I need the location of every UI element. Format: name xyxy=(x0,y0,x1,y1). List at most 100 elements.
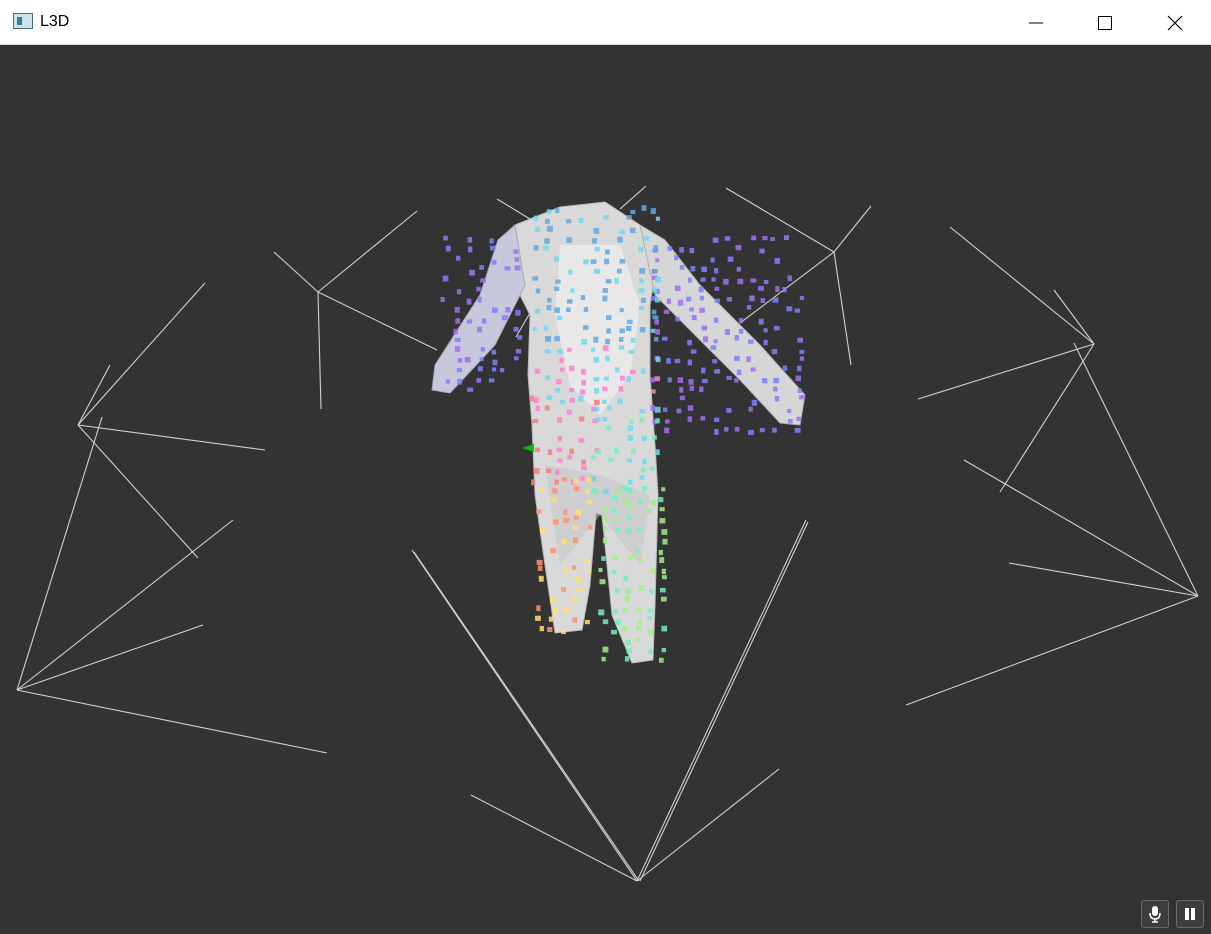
point-marker xyxy=(456,368,462,373)
point-marker xyxy=(775,286,780,293)
point-marker xyxy=(607,405,612,411)
point-marker xyxy=(786,306,793,312)
point-marker xyxy=(501,315,508,321)
title-bar: L3D xyxy=(0,0,1211,45)
point-marker xyxy=(559,357,564,364)
point-marker xyxy=(760,298,766,304)
point-marker xyxy=(540,527,546,534)
minimize-button[interactable] xyxy=(1001,0,1071,45)
3d-viewport[interactable] xyxy=(0,45,1211,934)
point-marker xyxy=(492,359,498,366)
point-marker xyxy=(555,378,562,385)
point-marker xyxy=(548,616,554,622)
point-marker xyxy=(445,245,451,252)
point-marker xyxy=(550,597,556,603)
point-marker xyxy=(712,359,718,364)
point-marker xyxy=(687,405,694,411)
point-marker xyxy=(797,337,804,343)
point-marker xyxy=(583,325,589,330)
point-marker xyxy=(590,259,597,264)
point-marker xyxy=(679,387,684,393)
point-marker xyxy=(602,507,608,513)
point-marker xyxy=(593,376,600,382)
point-marker xyxy=(738,328,744,334)
point-marker xyxy=(611,508,617,513)
point-marker xyxy=(662,575,667,580)
point-marker xyxy=(601,656,606,662)
point-marker xyxy=(763,279,769,285)
point-marker xyxy=(622,626,628,632)
point-marker xyxy=(799,395,805,400)
point-marker xyxy=(594,246,600,252)
point-marker xyxy=(468,246,473,253)
point-marker xyxy=(513,327,519,332)
point-marker xyxy=(637,526,642,532)
point-marker xyxy=(593,356,600,363)
point-marker xyxy=(514,257,520,262)
point-marker xyxy=(679,265,685,270)
point-marker xyxy=(567,455,573,460)
point-marker xyxy=(710,345,717,350)
point-marker xyxy=(701,325,708,331)
scene-canvas[interactable] xyxy=(0,45,1211,934)
point-marker xyxy=(514,265,521,271)
point-marker xyxy=(602,295,608,302)
point-marker xyxy=(667,377,672,383)
point-marker xyxy=(726,408,732,413)
point-marker xyxy=(547,449,553,456)
point-marker xyxy=(749,295,755,302)
point-marker xyxy=(559,399,565,405)
point-marker xyxy=(591,488,598,494)
microphone-button[interactable] xyxy=(1141,900,1169,928)
point-marker xyxy=(551,497,557,503)
point-marker xyxy=(480,347,485,352)
point-marker xyxy=(605,425,611,431)
point-marker xyxy=(556,315,563,321)
point-marker xyxy=(639,409,645,414)
point-marker xyxy=(591,476,596,482)
point-marker xyxy=(455,318,461,324)
point-marker xyxy=(554,286,560,291)
point-marker xyxy=(612,609,619,614)
point-marker xyxy=(799,356,805,361)
point-marker xyxy=(726,375,732,380)
point-marker xyxy=(627,479,633,485)
point-marker xyxy=(615,588,620,594)
point-marker xyxy=(556,447,563,453)
point-marker xyxy=(659,507,665,512)
point-marker xyxy=(554,336,560,342)
point-marker xyxy=(477,326,482,333)
point-marker xyxy=(578,395,584,402)
point-marker xyxy=(679,247,684,253)
point-marker xyxy=(581,368,587,375)
close-button[interactable] xyxy=(1140,0,1210,45)
point-marker xyxy=(711,277,716,282)
point-marker xyxy=(734,378,739,383)
point-marker xyxy=(761,378,768,384)
point-marker xyxy=(661,487,666,492)
point-marker xyxy=(655,329,660,335)
point-marker xyxy=(586,477,592,483)
point-marker xyxy=(628,487,633,494)
point-marker xyxy=(736,369,742,376)
point-marker xyxy=(491,367,497,372)
point-marker xyxy=(567,299,573,304)
point-marker xyxy=(700,277,706,282)
point-marker xyxy=(782,287,787,293)
point-marker xyxy=(603,376,609,381)
point-marker xyxy=(759,248,765,254)
point-marker xyxy=(655,356,661,363)
point-marker xyxy=(544,349,551,354)
pause-button[interactable] xyxy=(1176,900,1204,928)
point-marker xyxy=(797,365,802,372)
point-marker xyxy=(554,307,560,313)
maximize-button[interactable] xyxy=(1070,0,1140,45)
point-marker xyxy=(579,416,585,422)
point-marker xyxy=(536,605,541,612)
point-marker xyxy=(593,407,600,412)
point-marker xyxy=(639,417,645,423)
point-marker xyxy=(619,308,624,313)
point-marker xyxy=(440,297,445,302)
point-marker xyxy=(580,295,586,301)
point-marker xyxy=(629,369,636,375)
